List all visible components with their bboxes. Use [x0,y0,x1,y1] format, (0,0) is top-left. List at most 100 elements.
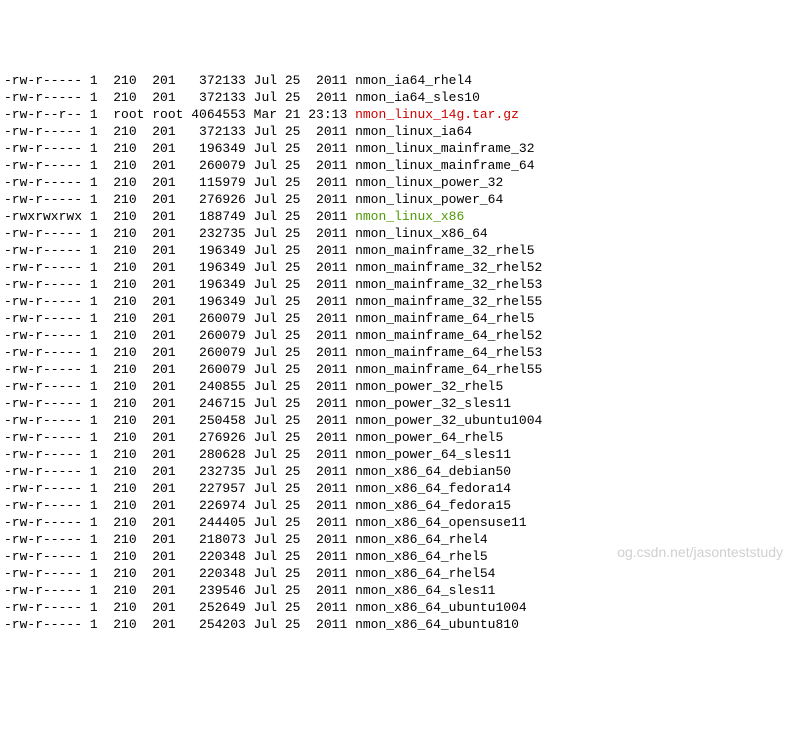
file-name: nmon_mainframe_32_rhel53 [355,277,542,292]
file-meta: -rw-r----- 1 210 201 196349 Jul 25 2011 [4,277,355,292]
file-meta: -rw-r----- 1 210 201 276926 Jul 25 2011 [4,430,355,445]
file-meta: -rw-r----- 1 210 201 254203 Jul 25 2011 [4,617,355,632]
file-meta: -rw-r----- 1 210 201 280628 Jul 25 2011 [4,447,355,462]
file-name: nmon_x86_64_fedora14 [355,481,511,496]
file-meta: -rw-r----- 1 210 201 260079 Jul 25 2011 [4,311,355,326]
file-row: -rw-r----- 1 210 201 260079 Jul 25 2011 … [4,157,787,174]
file-row: -rw-r----- 1 210 201 196349 Jul 25 2011 … [4,140,787,157]
file-name: nmon_x86_64_rhel5 [355,549,488,564]
file-meta: -rw-r----- 1 210 201 372133 Jul 25 2011 [4,124,355,139]
file-meta: -rwxrwxrwx 1 210 201 188749 Jul 25 2011 [4,209,355,224]
file-meta: -rw-r----- 1 210 201 260079 Jul 25 2011 [4,158,355,173]
file-row: -rw-r----- 1 210 201 372133 Jul 25 2011 … [4,123,787,140]
file-meta: -rw-r----- 1 210 201 250458 Jul 25 2011 [4,413,355,428]
file-row: -rw-r----- 1 210 201 250458 Jul 25 2011 … [4,412,787,429]
file-meta: -rw-r--r-- 1 root root 4064553 Mar 21 23… [4,107,355,122]
file-meta: -rw-r----- 1 210 201 260079 Jul 25 2011 [4,345,355,360]
file-name: nmon_power_32_sles11 [355,396,511,411]
file-row: -rw-r----- 1 210 201 276926 Jul 25 2011 … [4,191,787,208]
file-meta: -rw-r----- 1 210 201 196349 Jul 25 2011 [4,260,355,275]
file-meta: -rw-r----- 1 210 201 226974 Jul 25 2011 [4,498,355,513]
file-meta: -rw-r----- 1 210 201 246715 Jul 25 2011 [4,396,355,411]
file-row: -rw-r----- 1 210 201 252649 Jul 25 2011 … [4,599,787,616]
file-meta: -rw-r----- 1 210 201 218073 Jul 25 2011 [4,532,355,547]
file-row: -rw-r----- 1 210 201 115979 Jul 25 2011 … [4,174,787,191]
file-row: -rw-r----- 1 210 201 260079 Jul 25 2011 … [4,310,787,327]
file-meta: -rw-r----- 1 210 201 196349 Jul 25 2011 [4,294,355,309]
file-meta: -rw-r----- 1 210 201 232735 Jul 25 2011 [4,464,355,479]
file-name: nmon_x86_64_rhel54 [355,566,495,581]
file-meta: -rw-r----- 1 210 201 276926 Jul 25 2011 [4,192,355,207]
file-name: nmon_mainframe_64_rhel52 [355,328,542,343]
file-name: nmon_mainframe_64_rhel55 [355,362,542,377]
file-meta: -rw-r----- 1 210 201 220348 Jul 25 2011 [4,549,355,564]
file-meta: -rw-r----- 1 210 201 220348 Jul 25 2011 [4,566,355,581]
file-row: -rw-r----- 1 210 201 196349 Jul 25 2011 … [4,276,787,293]
file-name: nmon_linux_mainframe_32 [355,141,534,156]
file-name: nmon_linux_power_64 [355,192,503,207]
file-row: -rw-r----- 1 210 201 227957 Jul 25 2011 … [4,480,787,497]
file-row: -rw-r----- 1 210 201 218073 Jul 25 2011 … [4,531,787,548]
file-name: nmon_mainframe_32_rhel55 [355,294,542,309]
file-name: nmon_x86_64_ubuntu810 [355,617,519,632]
file-name: nmon_power_64_rhel5 [355,430,503,445]
file-meta: -rw-r----- 1 210 201 252649 Jul 25 2011 [4,600,355,615]
file-row: -rw-r----- 1 210 201 280628 Jul 25 2011 … [4,446,787,463]
terminal-output: -rw-r----- 1 210 201 372133 Jul 25 2011 … [4,72,787,633]
file-name: nmon_mainframe_32_rhel5 [355,243,534,258]
file-name: nmon_x86_64_ubuntu1004 [355,600,527,615]
file-row: -rw-r----- 1 210 201 276926 Jul 25 2011 … [4,429,787,446]
file-row: -rw-r----- 1 210 201 196349 Jul 25 2011 … [4,259,787,276]
file-meta: -rw-r----- 1 210 201 260079 Jul 25 2011 [4,362,355,377]
file-meta: -rw-r----- 1 210 201 240855 Jul 25 2011 [4,379,355,394]
file-row: -rw-r----- 1 210 201 220348 Jul 25 2011 … [4,548,787,565]
file-row: -rw-r----- 1 210 201 226974 Jul 25 2011 … [4,497,787,514]
file-name: nmon_power_32_rhel5 [355,379,503,394]
file-meta: -rw-r----- 1 210 201 372133 Jul 25 2011 [4,90,355,105]
file-name: nmon_mainframe_64_rhel5 [355,311,534,326]
file-name: nmon_power_32_ubuntu1004 [355,413,542,428]
file-row: -rw-r----- 1 210 201 196349 Jul 25 2011 … [4,293,787,310]
file-row: -rw-r----- 1 210 201 260079 Jul 25 2011 … [4,327,787,344]
file-name: nmon_linux_ia64 [355,124,472,139]
file-row: -rw-r----- 1 210 201 240855 Jul 25 2011 … [4,378,787,395]
file-row: -rw-r----- 1 210 201 232735 Jul 25 2011 … [4,463,787,480]
file-row: -rw-r----- 1 210 201 220348 Jul 25 2011 … [4,565,787,582]
file-name: nmon_x86_64_rhel4 [355,532,488,547]
file-name: nmon_linux_mainframe_64 [355,158,534,173]
file-row: -rw-r----- 1 210 201 232735 Jul 25 2011 … [4,225,787,242]
file-name: nmon_mainframe_32_rhel52 [355,260,542,275]
file-name: nmon_linux_x86 [355,209,464,224]
file-row: -rw-r----- 1 210 201 246715 Jul 25 2011 … [4,395,787,412]
file-row: -rw-r--r-- 1 root root 4064553 Mar 21 23… [4,106,787,123]
file-name: nmon_x86_64_debian50 [355,464,511,479]
file-name: nmon_ia64_sles10 [355,90,480,105]
file-meta: -rw-r----- 1 210 201 196349 Jul 25 2011 [4,243,355,258]
file-name: nmon_linux_x86_64 [355,226,488,241]
file-row: -rwxrwxrwx 1 210 201 188749 Jul 25 2011 … [4,208,787,225]
file-row: -rw-r----- 1 210 201 260079 Jul 25 2011 … [4,361,787,378]
file-meta: -rw-r----- 1 210 201 260079 Jul 25 2011 [4,328,355,343]
file-name: nmon_x86_64_opensuse11 [355,515,527,530]
file-name: nmon_x86_64_fedora15 [355,498,511,513]
file-meta: -rw-r----- 1 210 201 372133 Jul 25 2011 [4,73,355,88]
file-row: -rw-r----- 1 210 201 260079 Jul 25 2011 … [4,344,787,361]
file-name: nmon_x86_64_sles11 [355,583,495,598]
file-row: -rw-r----- 1 210 201 254203 Jul 25 2011 … [4,616,787,633]
file-row: -rw-r----- 1 210 201 196349 Jul 25 2011 … [4,242,787,259]
file-name: nmon_linux_14g.tar.gz [355,107,519,122]
file-meta: -rw-r----- 1 210 201 196349 Jul 25 2011 [4,141,355,156]
file-meta: -rw-r----- 1 210 201 239546 Jul 25 2011 [4,583,355,598]
file-meta: -rw-r----- 1 210 201 232735 Jul 25 2011 [4,226,355,241]
file-row: -rw-r----- 1 210 201 239546 Jul 25 2011 … [4,582,787,599]
file-row: -rw-r----- 1 210 201 372133 Jul 25 2011 … [4,72,787,89]
file-meta: -rw-r----- 1 210 201 244405 Jul 25 2011 [4,515,355,530]
file-meta: -rw-r----- 1 210 201 227957 Jul 25 2011 [4,481,355,496]
file-name: nmon_mainframe_64_rhel53 [355,345,542,360]
file-row: -rw-r----- 1 210 201 244405 Jul 25 2011 … [4,514,787,531]
file-meta: -rw-r----- 1 210 201 115979 Jul 25 2011 [4,175,355,190]
file-name: nmon_power_64_sles11 [355,447,511,462]
file-row: -rw-r----- 1 210 201 372133 Jul 25 2011 … [4,89,787,106]
file-name: nmon_ia64_rhel4 [355,73,472,88]
file-name: nmon_linux_power_32 [355,175,503,190]
